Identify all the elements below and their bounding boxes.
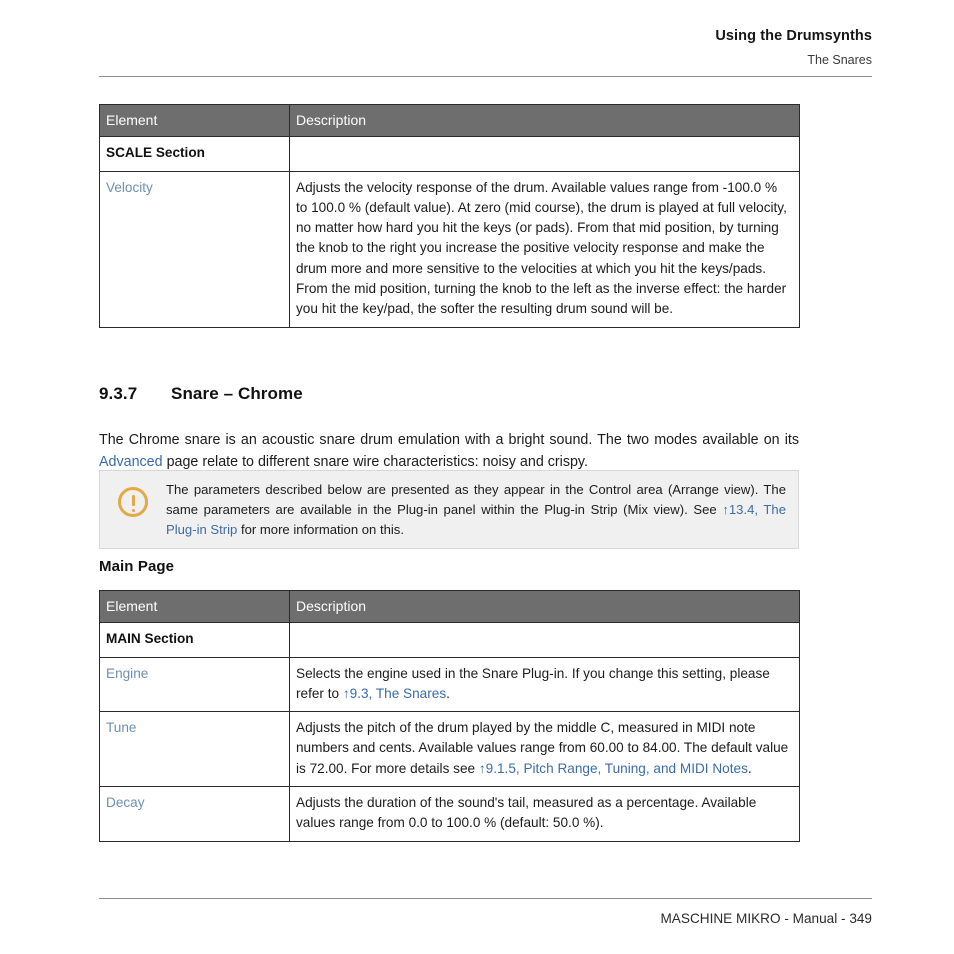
row-description: Adjusts the duration of the sound's tail…	[289, 786, 800, 842]
page-title: Using the Drumsynths	[715, 28, 872, 44]
row-description	[289, 622, 800, 658]
section-number: 9.3.7	[99, 384, 138, 403]
header-divider	[99, 76, 872, 77]
row-element-label: MAIN Section	[99, 622, 290, 658]
footer-text: MASCHINE MIKRO - Manual - 349	[660, 911, 872, 926]
cross-reference-link[interactable]: ↑13.4, The Plug-in Strip	[166, 502, 786, 537]
main-table-body: MAIN Section Engine Selects the engine u…	[99, 622, 800, 842]
note-icon-wrap	[100, 480, 166, 517]
table-header-row: Element Description	[99, 103, 800, 138]
cross-reference-link[interactable]: Advanced	[99, 454, 163, 470]
table-row: Engine Selects the engine used in the Sn…	[99, 656, 800, 713]
note-text: The parameters described below are prese…	[166, 482, 786, 537]
section-title: Snare – Chrome	[171, 384, 303, 403]
column-header-element: Element	[99, 103, 290, 138]
table-row: Velocity Adjusts the velocity response o…	[99, 170, 800, 328]
footer-divider	[99, 898, 872, 899]
subheading-main-page: Main Page	[99, 558, 175, 575]
table-header-row: Element Description	[99, 589, 800, 624]
manual-page: Using the Drumsynths The Snares Element …	[0, 0, 954, 954]
page-subtitle: The Snares	[807, 53, 872, 67]
section-intro-paragraph: The Chrome snare is an acoustic snare dr…	[99, 432, 799, 471]
column-header-description: Description	[289, 589, 800, 624]
running-head: Using the Drumsynths The Snares	[99, 26, 872, 70]
row-description	[289, 136, 800, 172]
column-header-element: Element	[99, 589, 290, 624]
exclamation-circle-icon	[118, 487, 148, 517]
row-element-label[interactable]: Velocity	[99, 170, 290, 328]
row-element-label[interactable]: Engine	[99, 656, 290, 713]
note-callout: The parameters described below are prese…	[99, 470, 799, 550]
cross-reference-link[interactable]: ↑9.3, The Snares	[343, 686, 446, 701]
row-element-label: SCALE Section	[99, 136, 290, 172]
row-element-label[interactable]: Decay	[99, 786, 290, 842]
row-description: Adjusts the pitch of the drum played by …	[289, 711, 800, 788]
row-element-label[interactable]: Tune	[99, 711, 290, 788]
table-row: Tune Adjusts the pitch of the drum playe…	[99, 711, 800, 788]
column-header-description: Description	[289, 103, 800, 138]
scale-section-table: Element Description SCALE Section Veloci…	[99, 103, 800, 328]
table-row: MAIN Section	[99, 622, 800, 658]
scale-table-body: SCALE Section Velocity Adjusts the veloc…	[99, 136, 800, 328]
cross-reference-link[interactable]: ↑9.1.5, Pitch Range, Tuning, and MIDI No…	[479, 761, 748, 776]
row-description: Adjusts the velocity response of the dru…	[289, 170, 800, 328]
main-page-table: Element Description MAIN Section Engine …	[99, 589, 800, 842]
section-heading: 9.3.7 Snare – Chrome	[99, 384, 303, 404]
row-description: Selects the engine used in the Snare Plu…	[289, 656, 800, 713]
table-row: Decay Adjusts the duration of the sound'…	[99, 786, 800, 842]
table-row: SCALE Section	[99, 136, 800, 172]
